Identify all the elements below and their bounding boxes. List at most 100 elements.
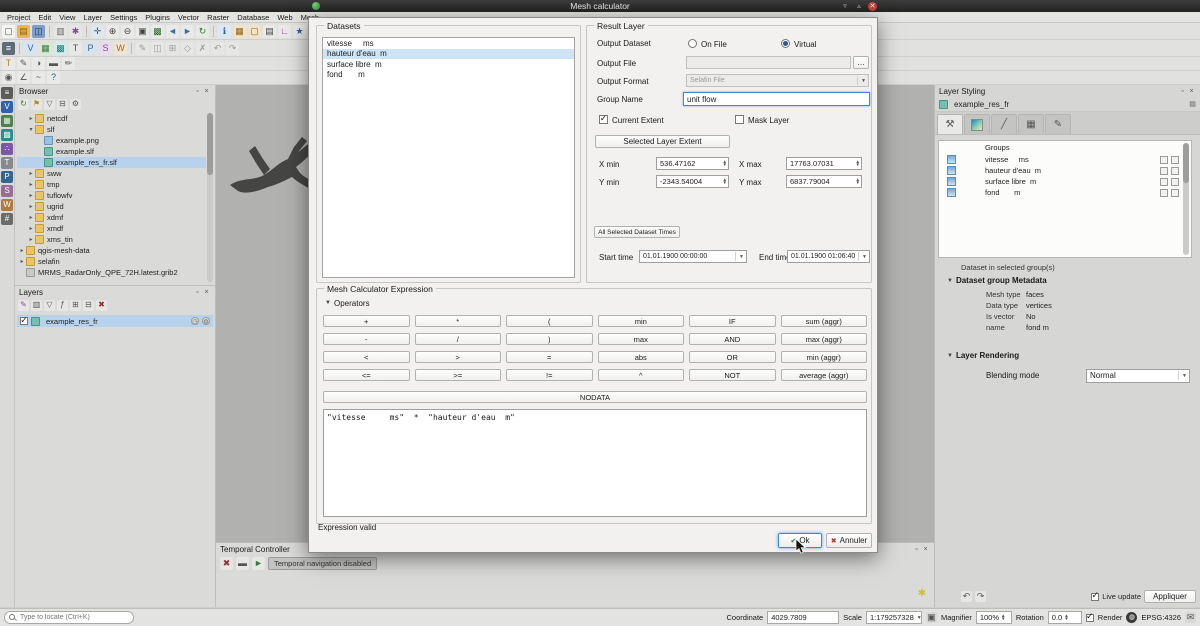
selected-layer-extent-button[interactable]: Selected Layer Extent [595, 135, 730, 148]
expand-all-icon[interactable]: ⊞ [70, 300, 81, 311]
add-delimited-text-icon[interactable]: T [1, 157, 13, 169]
operator-button[interactable]: - [323, 333, 410, 345]
deselect-features-icon[interactable]: ▢ [248, 25, 261, 38]
operator-button[interactable]: >= [415, 369, 502, 381]
add-wms-layer-icon[interactable]: W [114, 42, 127, 55]
operator-button[interactable]: ( [506, 315, 593, 327]
operator-button[interactable]: OR [689, 351, 776, 363]
collapse-arrow-icon[interactable]: ▼ [947, 278, 953, 284]
tree-expander-icon[interactable]: ▸ [27, 203, 35, 210]
close-panel-icon[interactable]: × [1187, 87, 1196, 96]
xmin-spinbox[interactable]: 536.47162 ▲▼ [656, 157, 729, 170]
annotation-icon[interactable]: ✏ [62, 57, 75, 70]
tree-expander-icon[interactable]: ▸ [27, 181, 35, 188]
operator-button[interactable]: min [598, 315, 685, 327]
all-selected-dataset-times-button[interactable]: All Selected Dataset Times [594, 226, 680, 238]
toggle-editing-icon[interactable]: ✎ [136, 42, 149, 55]
open-layer-styling-icon[interactable]: ✎ [18, 300, 29, 311]
operator-button[interactable]: != [506, 369, 593, 381]
crs-status[interactable]: EPSG:4326 [1141, 613, 1181, 622]
save-edits-icon[interactable]: ◫ [151, 42, 164, 55]
label-toolbar-icon[interactable]: T [2, 57, 15, 70]
temporal-fixed-range-icon[interactable]: ▬ [236, 557, 249, 570]
float-panel-icon[interactable]: ▫ [193, 87, 202, 96]
lock-scale-icon[interactable]: ▣ [926, 612, 937, 623]
cancel-button[interactable]: ✖ Annuler [826, 533, 872, 548]
vector-toggle-icon[interactable] [1171, 156, 1179, 164]
tree-expander-icon[interactable]: ▸ [27, 225, 35, 232]
expression-editor[interactable]: "vitesse ms" * "hauteur d'eau m" [323, 409, 867, 517]
add-wms-icon[interactable]: W [1, 199, 13, 211]
operator-button[interactable]: AND [689, 333, 776, 345]
add-raster-layer-icon[interactable]: ▦ [1, 115, 13, 127]
dataset-group-row[interactable]: vitesse ms [939, 154, 1191, 165]
tab-1d-mesh[interactable]: ╱ [991, 114, 1017, 134]
operator-button[interactable]: IF [689, 315, 776, 327]
scrollbar-thumb[interactable] [1183, 143, 1189, 183]
snapping-icon[interactable]: ◉ [2, 71, 15, 84]
add-postgis-icon[interactable]: P [1, 171, 13, 183]
layer-item-example-res-fr[interactable]: example_res_fr ◷ ◍ [17, 315, 213, 327]
spin-arrows-icon[interactable]: ▲▼ [856, 161, 860, 166]
datasource-manager-icon[interactable]: ≡ [1, 87, 13, 99]
browser-item[interactable]: example_res_fr.slf [17, 157, 206, 168]
spin-arrows-icon[interactable]: ▲▼ [723, 161, 727, 166]
dataset-item[interactable]: vitesse ms [323, 38, 574, 49]
browser-item[interactable]: ▸xdmf [17, 212, 206, 223]
vector-toggle-icon[interactable] [1171, 178, 1179, 186]
dataset-group-row[interactable]: fond m [939, 187, 1191, 198]
operator-button[interactable]: NOT [689, 369, 776, 381]
operator-button[interactable]: ^ [598, 369, 685, 381]
browser-item[interactable]: ▸qgis-mesh-data [17, 245, 206, 256]
operator-button[interactable]: + [323, 315, 410, 327]
open-attribute-table-icon[interactable]: ▤ [263, 25, 276, 38]
style-manager-icon[interactable]: ✱ [69, 25, 82, 38]
ymin-spinbox[interactable]: -2343.54004 ▲▼ [656, 175, 729, 188]
filter-legend-icon[interactable]: ▽ [44, 300, 55, 311]
add-postgis-layer-icon[interactable]: P [84, 42, 97, 55]
vertex-tool-icon[interactable]: ◇ [181, 42, 194, 55]
browse-button[interactable]: … [853, 56, 869, 69]
add-mesh-layer-icon[interactable]: ▩ [1, 129, 13, 141]
tree-expander-icon[interactable]: ▸ [18, 258, 26, 265]
crs-globe-icon[interactable]: ◍ [1126, 612, 1137, 623]
collapse-arrow-icon[interactable]: ▼ [325, 300, 331, 306]
vector-toggle-icon[interactable] [1171, 189, 1179, 197]
operator-button[interactable]: abs [598, 351, 685, 363]
collapse-arrow-icon[interactable]: ▼ [947, 353, 953, 359]
window-close-icon[interactable]: ✕ [868, 2, 877, 11]
menu-edit[interactable]: Edit [34, 13, 55, 22]
zoom-last-icon[interactable]: ◄ [166, 25, 179, 38]
map-tips-icon[interactable]: ▬ [47, 57, 60, 70]
layer-visibility-checkbox[interactable] [20, 317, 28, 325]
on-file-radio-label[interactable]: On File [701, 40, 727, 49]
filter-expression-icon[interactable]: ƒ [57, 300, 68, 311]
select-features-icon[interactable]: ▦ [233, 25, 246, 38]
browser-item[interactable]: ▸ugrid [17, 201, 206, 212]
add-mesh-layer-icon[interactable]: ▩ [54, 42, 67, 55]
rendering-section-header[interactable]: ▼ Layer Rendering [947, 351, 1019, 360]
add-raster-layer-icon[interactable]: ▦ [39, 42, 52, 55]
nodata-button[interactable]: NODATA [323, 391, 867, 403]
virtual-radio[interactable] [781, 39, 790, 48]
tree-expander-icon[interactable]: ▸ [27, 170, 35, 177]
operator-button[interactable]: sum (aggr) [781, 315, 868, 327]
dataset-item[interactable]: surface libre m [323, 59, 574, 70]
menu-view[interactable]: View [55, 13, 79, 22]
operator-button[interactable]: min (aggr) [781, 351, 868, 363]
operator-button[interactable]: max (aggr) [781, 333, 868, 345]
menu-database[interactable]: Database [233, 13, 273, 22]
redo-style-icon[interactable]: ↷ [975, 591, 986, 602]
favorites-icon[interactable]: ⚑ [31, 99, 42, 110]
virtual-radio-label[interactable]: Virtual [794, 40, 817, 49]
dataset-item[interactable]: fond m [323, 70, 574, 81]
styling-layer-selector[interactable]: example_res_fr ▤ [935, 97, 1200, 112]
mask-layer-label[interactable]: Mask Layer [748, 116, 789, 125]
spin-arrows-icon[interactable]: ▲▼ [1001, 615, 1005, 620]
float-panel-icon[interactable]: ▫ [193, 288, 202, 297]
float-panel-icon[interactable]: ▫ [1178, 87, 1187, 96]
advanced-digitizing-icon[interactable]: ∠ [17, 71, 30, 84]
measure-icon[interactable]: ∟ [278, 25, 291, 38]
live-update-checkbox[interactable] [1091, 593, 1099, 601]
help-icon[interactable]: ? [47, 71, 60, 84]
